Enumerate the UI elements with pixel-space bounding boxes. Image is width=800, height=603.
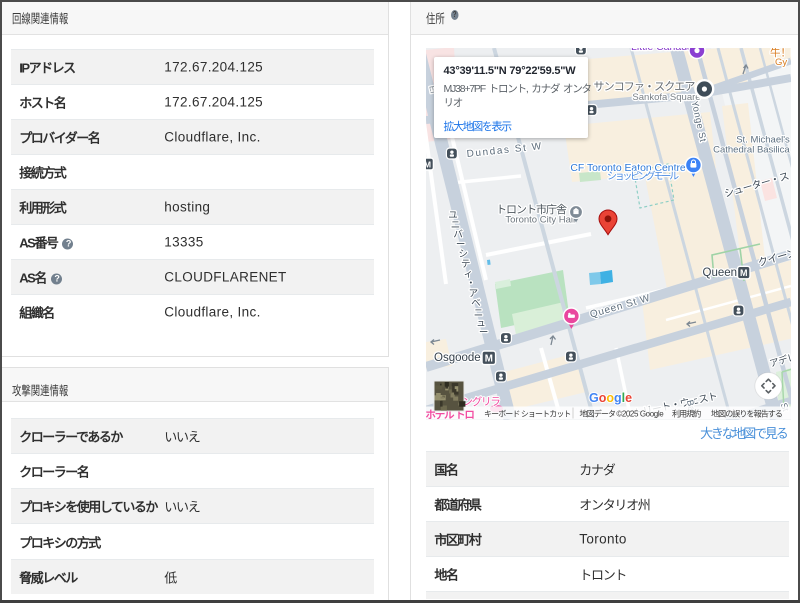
- svg-text:キーボード ショートカット: キーボード ショートカット: [484, 410, 571, 419]
- svg-text:M: M: [740, 268, 748, 278]
- svg-text:Google: Google: [589, 391, 632, 405]
- svg-text:地図の誤りを報告する: 地図の誤りを報告する: [711, 409, 782, 419]
- svg-text:Toronto City Hall: Toronto City Hall: [505, 215, 575, 226]
- svg-text:Queen: Queen: [702, 267, 737, 279]
- svg-text:Gy: Gy: [775, 57, 787, 68]
- svg-text:地図データ ©2025 Google: 地図データ ©2025 Google: [579, 409, 664, 419]
- svg-text:利用規約: 利用規約: [672, 409, 701, 419]
- svg-text:Sankofa Square: Sankofa Square: [632, 92, 700, 103]
- svg-text:Cathedral Basilica: Cathedral Basilica: [713, 145, 790, 156]
- svg-text:ングリラ: ングリラ: [462, 395, 500, 408]
- svg-text:ー: ー: [478, 328, 488, 339]
- svg-text:M: M: [426, 159, 431, 169]
- svg-text:M: M: [484, 354, 492, 365]
- svg-text:Little Canada: Little Canada: [631, 48, 693, 53]
- svg-text:ショッピング モール: ショッピング モール: [607, 170, 679, 183]
- svg-text:Osgoode: Osgoode: [434, 352, 481, 364]
